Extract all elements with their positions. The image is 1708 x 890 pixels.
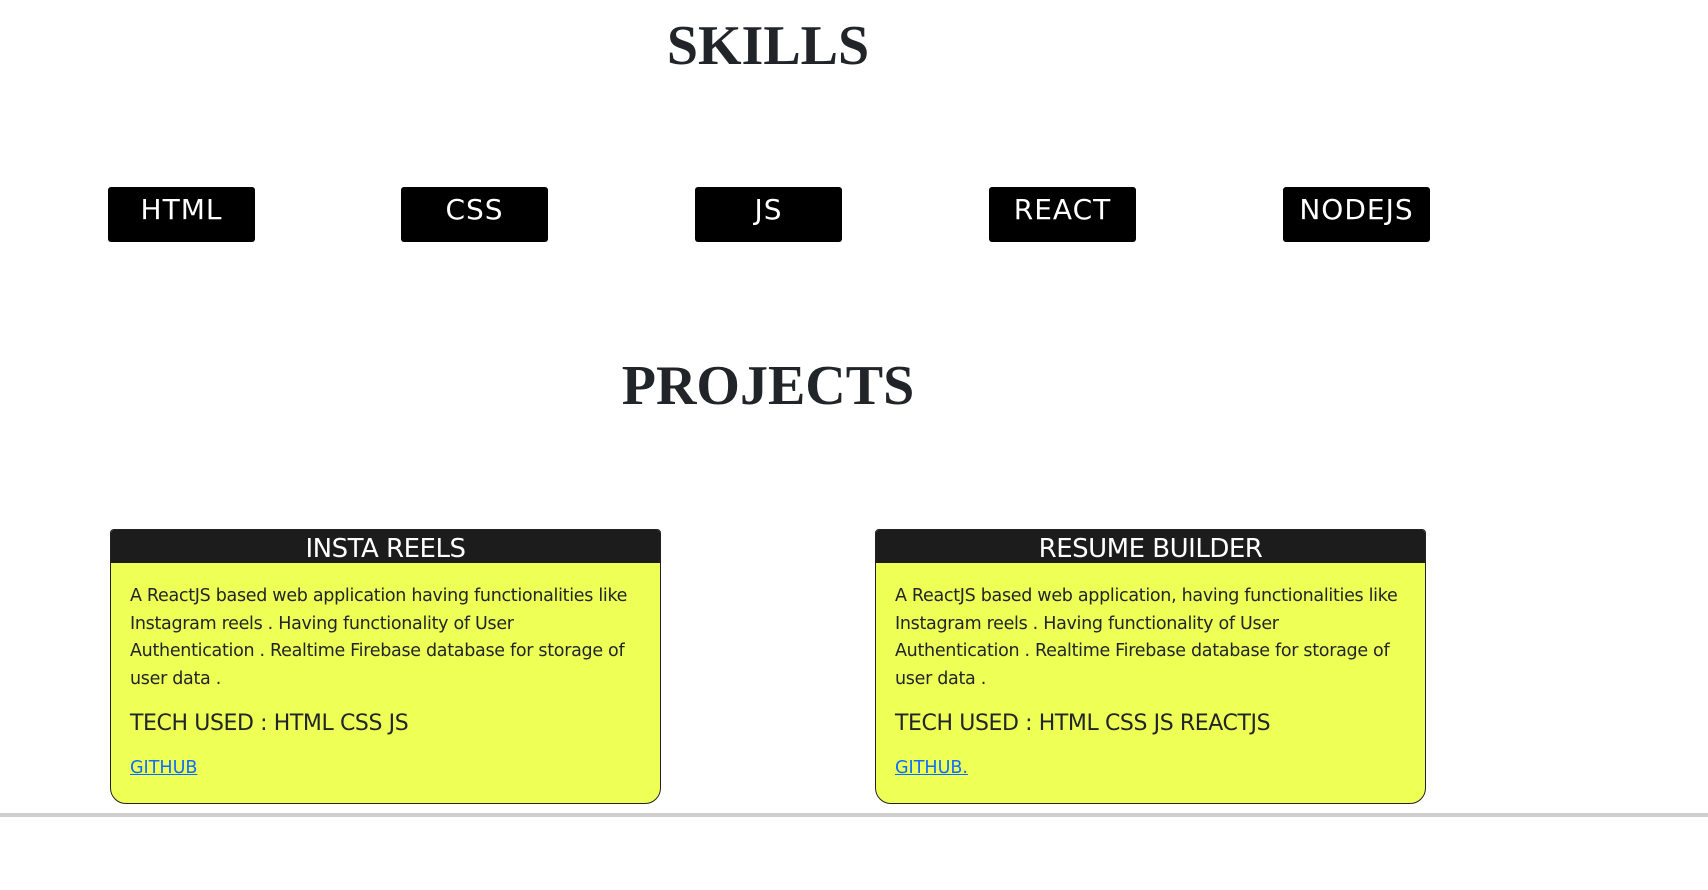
skills-title: SKILLS [666, 15, 870, 77]
project-card-insta-reels: INSTA REELS A ReactJS based web applicat… [110, 529, 661, 804]
project-card-description: A ReactJS based web application, having … [895, 586, 1398, 689]
project-card-title: RESUME BUILDER [876, 530, 1425, 564]
skill-badge-nodejs[interactable]: NODEJS [1283, 187, 1430, 242]
projects-title: PROJECTS [621, 355, 915, 417]
project-card-body: A ReactJS based web application, having … [876, 563, 1425, 780]
skill-badge-js[interactable]: JS [695, 187, 842, 242]
horizontal-scrollbar[interactable] [0, 813, 1708, 817]
skill-badge-css[interactable]: CSS [401, 187, 548, 242]
portfolio-page: SKILLS HTML CSS JS REACT NODEJS PROJECTS… [0, 0, 1708, 890]
project-card-body: A ReactJS based web application having f… [111, 563, 660, 780]
project-card-resume-builder: RESUME BUILDER A ReactJS based web appli… [875, 529, 1426, 804]
github-link[interactable]: GITHUB. [895, 756, 968, 780]
project-card-description: A ReactJS based web application having f… [130, 586, 628, 689]
github-link[interactable]: GITHUB [130, 756, 197, 780]
project-card-tech-used: TECH USED : HTML CSS JS [130, 711, 409, 736]
project-card-title: INSTA REELS [111, 530, 660, 564]
skill-badge-react[interactable]: REACT [989, 187, 1136, 242]
skill-badge-html[interactable]: HTML [108, 187, 255, 242]
project-card-tech-used: TECH USED : HTML CSS JS REACTJS [895, 711, 1271, 736]
